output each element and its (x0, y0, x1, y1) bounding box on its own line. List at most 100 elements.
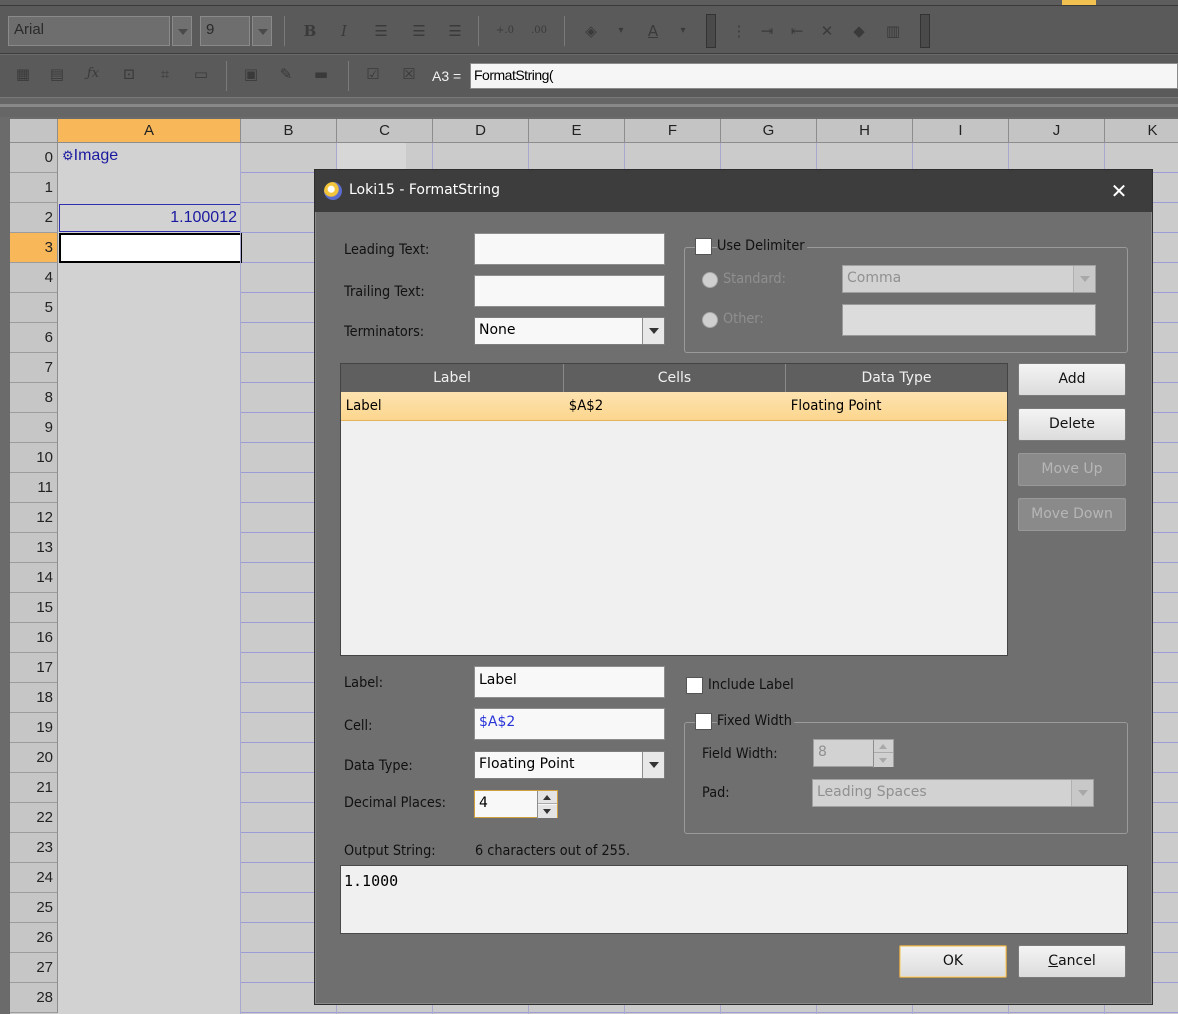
column-header-i[interactable]: I (913, 119, 1009, 143)
fill-color-dropdown-icon[interactable]: ▾ (610, 20, 632, 42)
font-color-dropdown-icon[interactable]: ▾ (672, 20, 694, 42)
spin-up-icon[interactable] (538, 791, 557, 804)
row-header-2[interactable]: 2 (10, 203, 58, 233)
row-header-9[interactable]: 9 (10, 413, 58, 443)
move-up-button[interactable]: Move Up (1018, 453, 1126, 486)
data-type-combo[interactable]: Floating Point (474, 751, 665, 779)
toolbar-gripper[interactable] (706, 14, 716, 48)
edit-form-icon[interactable]: ✎ (275, 63, 297, 85)
align-right-icon[interactable]: ☰ (444, 20, 466, 42)
outdent-icon[interactable]: ⇤ (786, 20, 808, 42)
list-header-data-type[interactable]: Data Type (786, 364, 1007, 392)
grid-icon[interactable]: ▦ (12, 63, 34, 85)
decimal-places-spinner[interactable] (537, 791, 557, 819)
add-button[interactable]: Add (1018, 363, 1126, 396)
row-header-10[interactable]: 10 (10, 443, 58, 473)
row-header-14[interactable]: 14 (10, 563, 58, 593)
standard-radio[interactable] (702, 272, 718, 288)
row-header-20[interactable]: 20 (10, 743, 58, 773)
font-size-combo[interactable]: 9 (200, 16, 250, 46)
standard-dropdown-arrow[interactable] (1073, 266, 1095, 292)
list-item[interactable]: Label $A$2 Floating Point (341, 392, 1007, 421)
standard-delimiter-combo[interactable]: Comma (842, 265, 1096, 293)
row-header-13[interactable]: 13 (10, 533, 58, 563)
align-left-icon[interactable]: ☰ (370, 20, 392, 42)
cell-a3-active[interactable] (59, 233, 242, 263)
row-header-19[interactable]: 19 (10, 713, 58, 743)
row-header-27[interactable]: 27 (10, 953, 58, 983)
increase-decimal-icon[interactable]: +.0 (494, 20, 516, 42)
list-header-cells[interactable]: Cells (564, 364, 786, 392)
include-label-checkbox[interactable] (686, 677, 703, 694)
form-icon[interactable]: ▣ (240, 63, 262, 85)
frame-icon[interactable]: ▭ (190, 63, 212, 85)
font-size-dropdown-arrow[interactable] (252, 16, 272, 46)
font-color-icon[interactable]: A (642, 20, 664, 42)
spin-up-icon[interactable] (874, 740, 893, 753)
table-icon[interactable]: ▤ (46, 63, 68, 85)
column-header-e[interactable]: E (529, 119, 625, 143)
tree-left-icon[interactable]: ⋮ (728, 20, 750, 42)
use-delimiter-checkbox[interactable] (695, 238, 712, 255)
row-header-11[interactable]: 11 (10, 473, 58, 503)
cancel-button[interactable]: Cancel (1018, 945, 1126, 978)
font-name-dropdown-arrow[interactable] (172, 16, 192, 46)
column-header-c[interactable]: C (337, 119, 433, 143)
font-name-combo[interactable]: Arial (8, 16, 170, 46)
column-header-a[interactable]: A (58, 119, 241, 143)
column-header-k[interactable]: K (1105, 119, 1178, 143)
row-header-7[interactable]: 7 (10, 353, 58, 383)
row-header-18[interactable]: 18 (10, 683, 58, 713)
pad-dropdown-arrow[interactable] (1071, 780, 1093, 806)
field-list[interactable]: Label Cells Data Type Label $A$2 Floatin… (340, 363, 1008, 656)
reject-icon[interactable]: ☒ (398, 63, 420, 85)
diamond-icon[interactable]: ◆ (848, 20, 870, 42)
cell-a0[interactable]: ⚙Image (62, 147, 118, 165)
trailing-text-input[interactable] (474, 275, 665, 307)
field-width-stepper[interactable]: 8 (813, 739, 894, 768)
row-header-5[interactable]: 5 (10, 293, 58, 323)
decrease-decimal-icon[interactable]: .00 (528, 20, 550, 42)
spin-down-icon[interactable] (538, 805, 557, 818)
select-icon[interactable]: ⊡ (118, 63, 140, 85)
function-icon[interactable]: ƒx (82, 63, 104, 85)
row-header-1[interactable]: 1 (10, 173, 58, 203)
column-header-h[interactable]: H (817, 119, 913, 143)
align-center-icon[interactable]: ☰ (408, 20, 430, 42)
accept-icon[interactable]: ☑ (362, 63, 384, 85)
field-width-spinner[interactable] (873, 740, 893, 768)
clear-icon[interactable]: ✕ (816, 20, 838, 42)
label-input[interactable]: Label (474, 666, 665, 698)
close-icon[interactable]: ✕ (1105, 178, 1133, 204)
terminators-dropdown-arrow[interactable] (642, 318, 664, 344)
formula-input[interactable]: FormatString( (470, 63, 1178, 89)
bold-icon[interactable]: B (299, 20, 321, 42)
other-delimiter-input[interactable] (842, 304, 1096, 336)
row-header-26[interactable]: 26 (10, 923, 58, 953)
cell-input[interactable]: $A$2 (474, 708, 665, 740)
row-header-12[interactable]: 12 (10, 503, 58, 533)
row-header-15[interactable]: 15 (10, 593, 58, 623)
row-header-6[interactable]: 6 (10, 323, 58, 353)
fill-color-icon[interactable]: ◈ (580, 20, 602, 42)
move-down-button[interactable]: Move Down (1018, 498, 1126, 531)
fixed-width-checkbox[interactable] (695, 713, 712, 730)
dialog-title-bar[interactable]: Loki15 - FormatString ✕ (315, 170, 1152, 212)
cell-a2[interactable]: 1.100012 (59, 204, 241, 232)
row-header-28[interactable]: 28 (10, 983, 58, 1013)
indent-icon[interactable]: ⇥ (756, 20, 778, 42)
row-header-22[interactable]: 22 (10, 803, 58, 833)
field-icon[interactable]: ▬ (310, 63, 332, 85)
pad-combo[interactable]: Leading Spaces (812, 779, 1094, 807)
row-header-3[interactable]: 3 (10, 233, 58, 263)
spin-down-icon[interactable] (874, 754, 893, 767)
output-string-box[interactable]: 1.1000 (340, 865, 1128, 934)
row-header-23[interactable]: 23 (10, 833, 58, 863)
column-header-g[interactable]: G (721, 119, 817, 143)
column-header-f[interactable]: F (625, 119, 721, 143)
italic-icon[interactable]: I (333, 20, 355, 42)
row-header-24[interactable]: 24 (10, 863, 58, 893)
toolbar-gripper[interactable] (920, 14, 930, 48)
terminators-combo[interactable]: None (474, 317, 665, 345)
range-icon[interactable]: ⌗ (154, 63, 176, 85)
